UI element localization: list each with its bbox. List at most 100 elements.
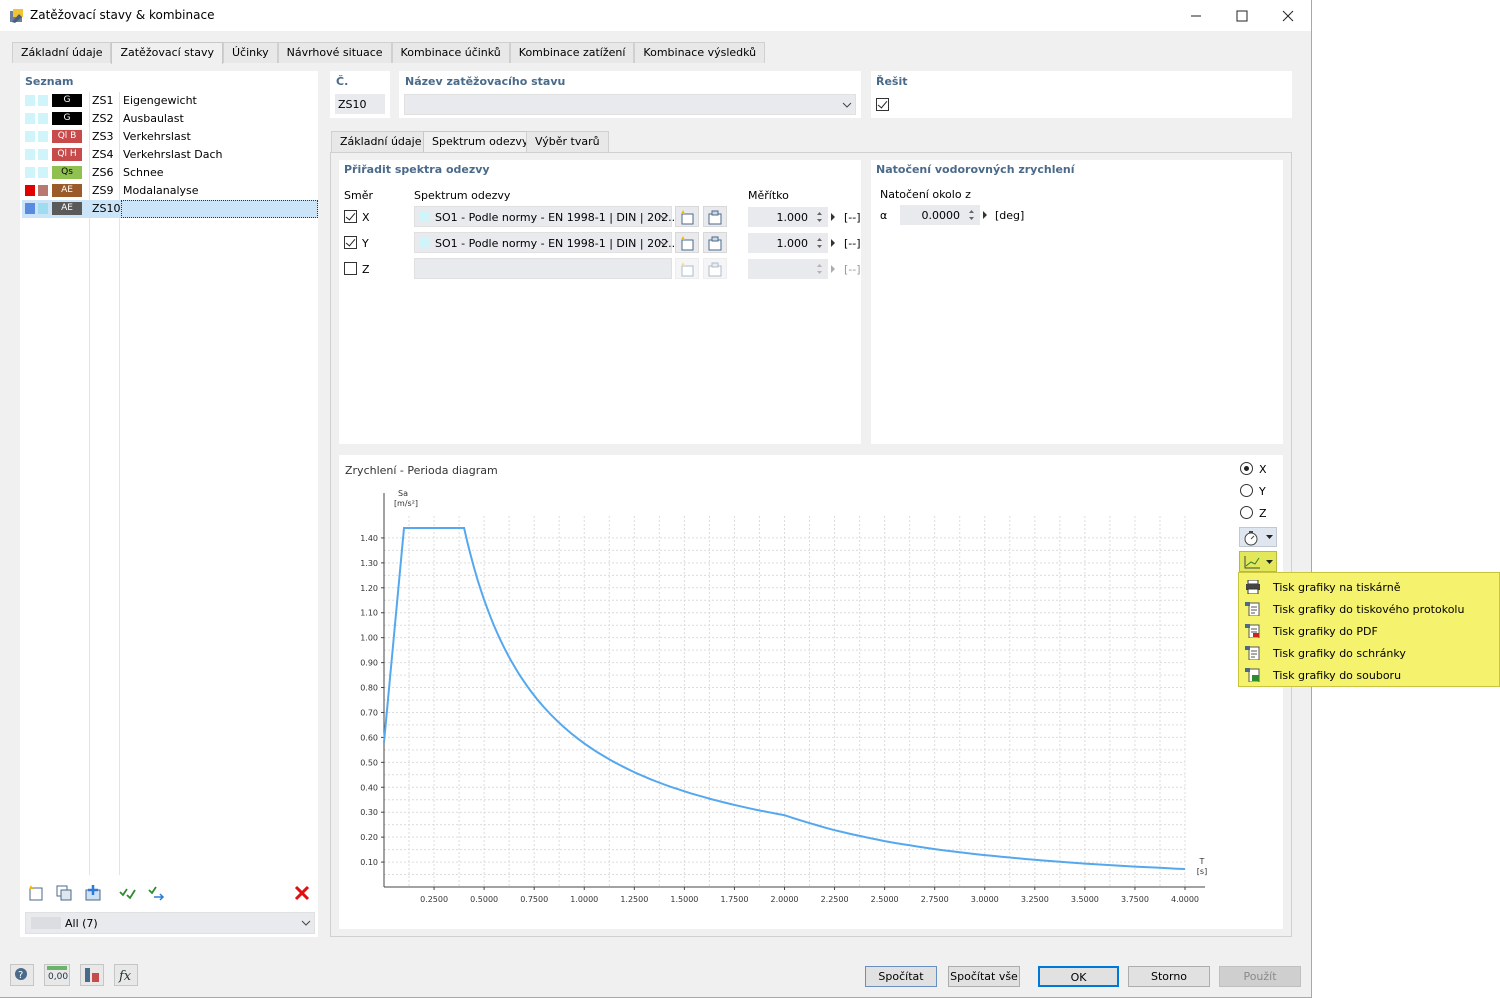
filter-select[interactable]: All (7) bbox=[25, 912, 315, 934]
menu-item-print-report[interactable]: Tisk grafiky do tiskového protokolu bbox=[1239, 598, 1499, 620]
tab-actions[interactable]: Účinky bbox=[223, 42, 278, 63]
chevron-down-icon bbox=[842, 102, 852, 108]
spectrum-select-x[interactable]: SO1 - Podle normy - EN 1998-1 | DIN | 20… bbox=[414, 206, 679, 227]
chevron-down-icon bbox=[659, 214, 669, 220]
tab-action-combinations[interactable]: Kombinace účinků bbox=[391, 42, 510, 63]
x-tick-label: 3.7500 bbox=[1121, 895, 1149, 904]
apply-button[interactable]: Použít bbox=[1219, 966, 1301, 987]
ok-button[interactable]: OK bbox=[1038, 966, 1119, 987]
direction-checkbox-y[interactable] bbox=[344, 236, 357, 249]
y-tick-label: 0.80 bbox=[360, 684, 378, 693]
spin-icon[interactable] bbox=[968, 209, 975, 221]
help-icon[interactable]: ? bbox=[10, 964, 34, 986]
model-icon[interactable] bbox=[80, 964, 104, 986]
cancel-button[interactable]: Storno bbox=[1128, 966, 1210, 987]
new-item-icon[interactable] bbox=[25, 882, 47, 904]
calculate-all-button[interactable]: Spočítat vše bbox=[948, 966, 1020, 987]
svg-text:?: ? bbox=[18, 970, 23, 981]
spin-icon[interactable] bbox=[816, 237, 823, 249]
caret-right-icon[interactable] bbox=[830, 265, 836, 273]
menu-item-label: Tisk grafiky do souboru bbox=[1273, 669, 1402, 682]
color-swatch bbox=[25, 95, 35, 106]
rotation-angle-field[interactable]: 0.0000 bbox=[900, 205, 980, 225]
scale-field-y[interactable]: 1.000 bbox=[748, 233, 828, 253]
caret-right-icon[interactable] bbox=[830, 213, 836, 221]
number-field[interactable]: ZS10 bbox=[335, 94, 385, 114]
new-spectrum-icon[interactable] bbox=[675, 206, 699, 227]
edit-spectrum-icon[interactable] bbox=[703, 232, 727, 253]
color-swatch bbox=[38, 203, 48, 214]
view-dropdown-button[interactable] bbox=[1239, 527, 1277, 547]
caret-right-icon[interactable] bbox=[830, 239, 836, 247]
name-select[interactable] bbox=[404, 94, 856, 115]
delete-icon[interactable] bbox=[291, 882, 313, 904]
list-item[interactable]: Qs ZS6 Schnee bbox=[22, 164, 318, 182]
scale-unit: [--] bbox=[844, 237, 861, 250]
scale-field-z[interactable] bbox=[748, 259, 828, 279]
tab-basic[interactable]: Základní údaje bbox=[12, 42, 112, 63]
subtab-mode-selection[interactable]: Výběr tvarů bbox=[526, 131, 609, 152]
dialog-window: Zatěžovací stavy & kombinace Základní úd… bbox=[0, 0, 1312, 998]
direction-checkbox-z[interactable] bbox=[344, 262, 357, 275]
caret-right-icon[interactable] bbox=[982, 211, 988, 219]
check-all-icon[interactable] bbox=[116, 882, 138, 904]
list-item[interactable]: AE ZS9 Modalanalyse bbox=[22, 182, 318, 200]
spin-icon[interactable] bbox=[816, 211, 823, 223]
scale-column-header: Měřítko bbox=[748, 189, 789, 202]
spectrum-select-z[interactable] bbox=[414, 258, 672, 279]
subtab-response-spectrum[interactable]: Spektrum odezvy bbox=[423, 131, 538, 153]
units-icon[interactable]: 0,00 bbox=[44, 964, 70, 986]
list-item[interactable]: Ql B ZS3 Verkehrslast bbox=[22, 128, 318, 146]
radio-y[interactable] bbox=[1240, 484, 1253, 497]
name-edit-field[interactable] bbox=[121, 200, 318, 218]
calculate-button[interactable]: Spočítat bbox=[865, 966, 937, 987]
spectrum-color-swatch bbox=[420, 212, 430, 222]
minimize-button[interactable] bbox=[1173, 0, 1219, 31]
printer-icon bbox=[1246, 580, 1260, 594]
y-tick-label: 1.40 bbox=[360, 534, 378, 543]
scale-value: 1.000 bbox=[776, 211, 809, 224]
x-tick-label: 3.2500 bbox=[1021, 895, 1049, 904]
function-icon[interactable]: fx bbox=[114, 964, 138, 986]
maximize-button[interactable] bbox=[1219, 0, 1265, 31]
subtab-basic[interactable]: Základní údaje bbox=[331, 131, 431, 152]
main-tabs: Základní údaje Zatěžovací stavy Účinky N… bbox=[12, 42, 766, 64]
add-item-icon[interactable] bbox=[82, 882, 104, 904]
copy-item-icon[interactable] bbox=[53, 882, 75, 904]
menu-item-print-clipboard[interactable]: Tisk grafiky do schránky bbox=[1239, 642, 1499, 664]
menu-item-print-printer[interactable]: Tisk grafiky na tiskárně bbox=[1239, 576, 1499, 598]
scale-field-x[interactable]: 1.000 bbox=[748, 207, 828, 227]
menu-item-print-file[interactable]: Tisk grafiky do souboru bbox=[1239, 664, 1499, 686]
edit-spectrum-icon[interactable] bbox=[703, 258, 727, 279]
tab-result-combinations[interactable]: Kombinace výsledků bbox=[634, 42, 766, 63]
solve-checkbox[interactable] bbox=[876, 98, 889, 111]
close-button[interactable] bbox=[1265, 0, 1311, 31]
color-swatch bbox=[38, 167, 48, 178]
new-spectrum-icon[interactable] bbox=[675, 232, 699, 253]
radio-z[interactable] bbox=[1240, 506, 1253, 519]
print-dropdown-button[interactable] bbox=[1239, 551, 1277, 572]
list-item[interactable]: G ZS1 Eigengewicht bbox=[22, 92, 318, 110]
y-tick-label: 0.10 bbox=[360, 858, 378, 867]
list-item[interactable]: AE ZS10 bbox=[22, 200, 318, 218]
new-spectrum-icon[interactable] bbox=[675, 258, 699, 279]
toggle-check-icon[interactable] bbox=[145, 882, 167, 904]
edit-spectrum-icon[interactable] bbox=[703, 206, 727, 227]
tab-load-cases[interactable]: Zatěžovací stavy bbox=[111, 42, 223, 64]
caret-down-icon bbox=[1266, 560, 1273, 564]
list-header: Seznam bbox=[25, 75, 74, 88]
menu-item-print-pdf[interactable]: Tisk grafiky do PDF bbox=[1239, 620, 1499, 642]
list-item[interactable]: Ql H ZS4 Verkehrslast Dach bbox=[22, 146, 318, 164]
spectrum-select-y[interactable]: SO1 - Podle normy - EN 1998-1 | DIN | 20… bbox=[414, 232, 679, 253]
stopwatch-icon bbox=[1244, 531, 1258, 546]
radio-x[interactable] bbox=[1240, 462, 1253, 475]
spin-icon[interactable] bbox=[816, 263, 823, 275]
print-graphics-menu: Tisk grafiky na tiskárně Tisk grafiky do… bbox=[1238, 572, 1500, 687]
tab-load-combinations[interactable]: Kombinace zatížení bbox=[509, 42, 635, 63]
direction-checkbox-x[interactable] bbox=[344, 210, 357, 223]
list-item[interactable]: G ZS2 Ausbaulast bbox=[22, 110, 318, 128]
y-tick-label: 1.00 bbox=[360, 634, 378, 643]
color-swatch bbox=[38, 113, 48, 124]
action-category-badge: Qs bbox=[52, 166, 82, 179]
tab-design-situations[interactable]: Návrhové situace bbox=[277, 42, 392, 63]
